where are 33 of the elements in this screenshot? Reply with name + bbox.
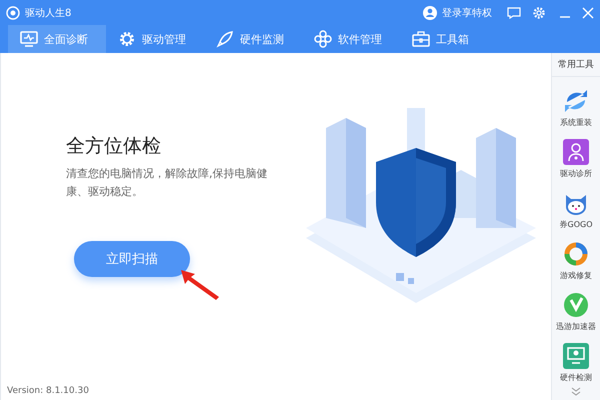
tool-item[interactable]: 游戏修复 bbox=[560, 241, 592, 281]
login-link[interactable]: 登录享特权 bbox=[442, 6, 492, 20]
user-avatar-icon[interactable] bbox=[423, 6, 437, 20]
nav-tab[interactable]: 硬件监测 bbox=[204, 25, 302, 53]
app-logo-icon bbox=[6, 6, 20, 20]
sidebar-title: 常用工具 bbox=[552, 53, 600, 77]
description: 清查您的电脑情况，解除故障,保持电脑健康、驱动稳定。 bbox=[66, 166, 268, 200]
doctor-icon bbox=[563, 139, 589, 165]
window-title: 驱动人生8 bbox=[25, 6, 72, 20]
tool-item[interactable]: 迅游加速器 bbox=[556, 292, 596, 332]
chevron-down-icon[interactable] bbox=[571, 387, 581, 397]
nav-tab[interactable]: 软件管理 bbox=[302, 25, 400, 53]
version-label: Version: 8.1.10.30 bbox=[6, 386, 90, 398]
pointer-arrow-icon bbox=[179, 268, 221, 300]
monitor-icon bbox=[563, 343, 589, 369]
heading: 全方位体检 bbox=[66, 134, 162, 159]
swirl-arrows-icon bbox=[563, 88, 589, 114]
monitor-icon bbox=[20, 31, 38, 47]
toolbox-icon bbox=[412, 31, 430, 47]
settings-icon[interactable] bbox=[532, 6, 546, 20]
ring-icon bbox=[563, 241, 589, 267]
message-icon[interactable] bbox=[507, 6, 521, 18]
tool-item[interactable]: 驱动诊所 bbox=[560, 139, 592, 179]
tool-item[interactable]: 系统重装 bbox=[560, 88, 592, 128]
scan-button[interactable]: 立即扫描 bbox=[74, 241, 190, 277]
nav-tab[interactable]: 工具箱 bbox=[400, 25, 498, 53]
nav-tab[interactable]: 驱动管理 bbox=[106, 25, 204, 53]
clover-icon bbox=[314, 30, 332, 48]
nav-tab[interactable]: 全面诊断 bbox=[8, 25, 106, 53]
close-icon[interactable] bbox=[582, 6, 594, 18]
gear-icon bbox=[118, 30, 136, 48]
tool-item[interactable]: 券GOGO bbox=[560, 190, 592, 230]
tool-item[interactable]: 硬件检测 bbox=[560, 343, 592, 383]
